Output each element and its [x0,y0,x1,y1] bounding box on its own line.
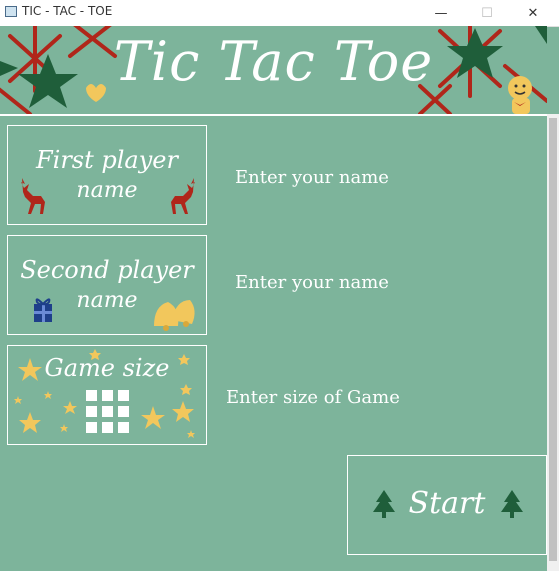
second-player-label: Second player [20,256,194,284]
first-player-label-box: First player name [7,125,207,225]
vertical-scrollbar[interactable] [547,114,559,571]
second-player-name-input[interactable] [233,268,537,296]
second-player-label-box: Second player name [7,235,207,335]
game-title: Tic Tac Toe [113,30,434,93]
minimize-button[interactable]: — [418,0,464,26]
game-size-input[interactable] [224,383,528,411]
game-size-label: Game size [44,354,170,382]
window-title: TIC - TAC - TOE [22,4,113,18]
app-icon [5,6,17,17]
first-player-label: First player [36,146,178,174]
first-player-name-input[interactable] [233,163,537,191]
start-button-label: Start [408,486,486,521]
maximize-button[interactable]: ☐ [464,0,510,26]
window-titlebar: TIC - TAC - TOE — ☐ ✕ [0,0,559,27]
scrollbar-thumb[interactable] [549,118,557,561]
first-player-label-sub: name [76,178,138,203]
second-player-label-sub: name [76,288,138,313]
title-banner: Tic Tac Toe [0,26,547,116]
game-size-label-box: Game size [7,345,207,445]
close-button[interactable]: ✕ [510,0,556,26]
start-button[interactable]: Start [347,455,547,555]
